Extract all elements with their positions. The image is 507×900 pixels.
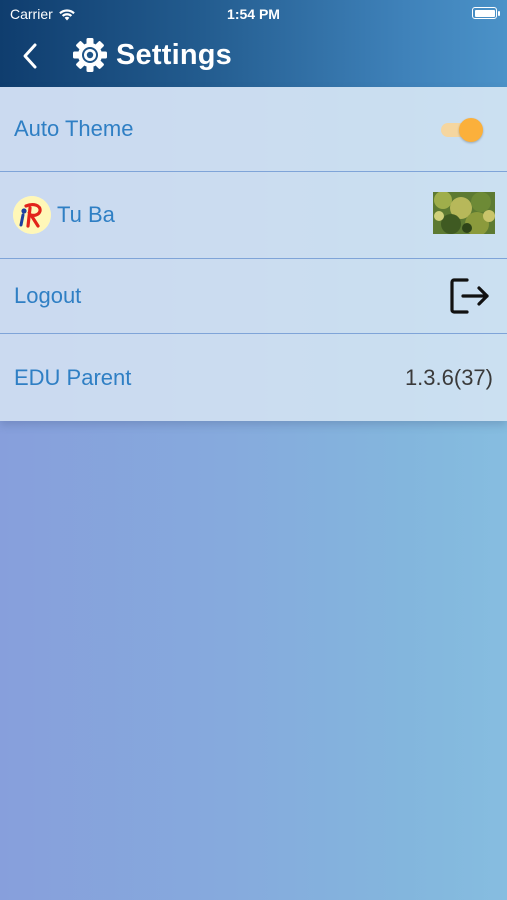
battery-icon <box>472 7 500 19</box>
user-photo-thumbnail <box>433 192 495 234</box>
back-button[interactable] <box>16 40 44 72</box>
app-info-row: EDU Parent 1.3.6(37) <box>0 334 507 421</box>
chevron-left-icon <box>23 43 37 69</box>
status-time: 1:54 PM <box>227 6 280 22</box>
status-bar: Carrier 1:54 PM <box>0 0 507 28</box>
app-logo-avatar <box>13 196 51 234</box>
auto-theme-label: Auto Theme <box>14 116 134 141</box>
logout-icon[interactable] <box>449 277 491 315</box>
page-title-group: Settings <box>72 37 232 73</box>
page-title: Settings <box>116 38 232 71</box>
user-profile-row[interactable]: Tu Ba <box>0 172 507 259</box>
app-name-label: EDU Parent <box>14 364 132 390</box>
auto-theme-row: Auto Theme <box>0 87 507 172</box>
logout-row[interactable]: Logout <box>0 259 507 334</box>
auto-theme-toggle[interactable] <box>439 117 483 143</box>
user-name: Tu Ba <box>57 202 115 227</box>
toggle-knob <box>459 118 483 142</box>
settings-list: Auto Theme Tu Ba Logout EDU Parent 1.3.6… <box>0 87 507 421</box>
app-version: 1.3.6(37) <box>404 364 493 390</box>
battery-level <box>474 9 495 17</box>
gear-icon <box>73 38 107 72</box>
logout-label: Logout <box>14 283 82 308</box>
